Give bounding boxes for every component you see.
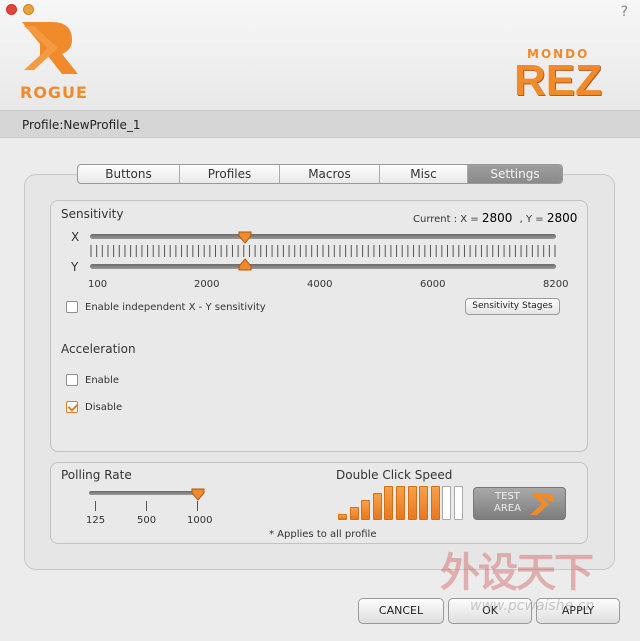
acceleration-enable-checkbox[interactable] (66, 374, 78, 386)
double-click-speed-bars[interactable] (338, 484, 468, 520)
current-y-prefix: , Y = (519, 214, 544, 225)
double-click-speed-bar[interactable] (419, 486, 429, 520)
acceleration-disable-checkbox[interactable] (66, 401, 78, 413)
polling-label-125: 125 (86, 515, 106, 526)
tab-bar: Buttons Profiles Macros Misc Settings (77, 164, 563, 184)
current-y-value: 2800 (546, 211, 578, 225)
double-click-speed-bar[interactable] (442, 486, 452, 520)
y-sensitivity-slider[interactable] (90, 264, 556, 269)
scale-label-8200: 8200 (543, 279, 569, 290)
watermark-title: 外设天下 (440, 550, 594, 596)
polling-tick-125 (95, 501, 96, 511)
current-x-value: 2800 (481, 211, 513, 225)
tab-macros[interactable]: Macros (280, 165, 380, 183)
applies-all-note: * Applies to all profile (269, 529, 377, 540)
double-click-speed-bar[interactable] (407, 486, 417, 520)
polling-rate-title: Polling Rate (61, 468, 132, 482)
minimize-window-button[interactable] (23, 4, 34, 15)
double-click-title: Double Click Speed (336, 468, 453, 482)
independent-xy-checkbox[interactable] (66, 301, 78, 313)
close-window-button[interactable] (6, 4, 17, 15)
sensitivity-stages-button[interactable]: Sensitivity Stages (465, 298, 560, 315)
polling-rate-slider[interactable] (89, 491, 202, 495)
x-sensitivity-slider[interactable] (90, 234, 556, 239)
polling-label-500: 500 (137, 515, 157, 526)
polling-tick-1000 (197, 501, 198, 511)
profile-label: Profile:NewProfile_1 (22, 118, 141, 132)
tab-settings[interactable]: Settings (468, 165, 562, 183)
double-click-speed-bar[interactable] (454, 486, 463, 520)
watermark-url: www.pcwaishe.cn (470, 598, 595, 614)
scale-label-2000: 2000 (194, 279, 220, 290)
tab-buttons[interactable]: Buttons (78, 165, 180, 183)
rogue-arrow-icon (530, 493, 554, 515)
double-click-speed-bar[interactable] (338, 514, 347, 520)
rez-logo-text: REZ (514, 56, 602, 105)
rogue-logo-text: ROGUE (20, 83, 88, 102)
polling-tick-500 (146, 501, 147, 511)
scale-label-100: 100 (88, 279, 108, 290)
sensitivity-title: Sensitivity (61, 207, 124, 221)
tab-misc[interactable]: Misc (380, 165, 468, 183)
y-axis-label: Y (71, 260, 79, 274)
polling-label-1000: 1000 (187, 515, 213, 526)
test-area-label: TEST AREA (494, 491, 521, 515)
double-click-speed-bar[interactable] (396, 486, 405, 520)
test-area-button[interactable]: TEST AREA (473, 487, 566, 520)
independent-xy-label: Enable independent X - Y sensitivity (85, 302, 266, 313)
acceleration-enable-label: Enable (85, 375, 120, 386)
acceleration-title: Acceleration (61, 342, 136, 356)
double-click-speed-bar[interactable] (349, 507, 359, 520)
scale-label-6000: 6000 (420, 279, 446, 290)
y-sensitivity-thumb[interactable] (238, 258, 252, 271)
double-click-speed-bar[interactable] (361, 500, 371, 520)
x-sensitivity-thumb[interactable] (238, 231, 252, 244)
x-axis-label: X (71, 230, 80, 244)
test-area-line2: AREA (494, 503, 521, 514)
cancel-button[interactable]: CANCEL (358, 598, 444, 624)
help-icon[interactable]: ? (621, 4, 628, 20)
current-x-prefix: Current : X = (413, 214, 479, 225)
sensitivity-scale-ticks (90, 245, 556, 257)
scale-label-4000: 4000 (307, 279, 333, 290)
current-sensitivity-readout: Current : X = 2800 , Y = 2800 (413, 211, 577, 225)
double-click-speed-bar[interactable] (372, 493, 382, 520)
rogue-logo-icon (22, 22, 78, 74)
profile-bar: Profile:NewProfile_1 (0, 110, 640, 138)
test-area-line1: TEST (495, 491, 520, 502)
polling-rate-thumb[interactable] (191, 488, 205, 501)
double-click-speed-bar[interactable] (430, 486, 440, 520)
double-click-speed-bar[interactable] (384, 486, 394, 520)
acceleration-disable-label: Disable (85, 402, 123, 413)
tab-profiles[interactable]: Profiles (180, 165, 280, 183)
